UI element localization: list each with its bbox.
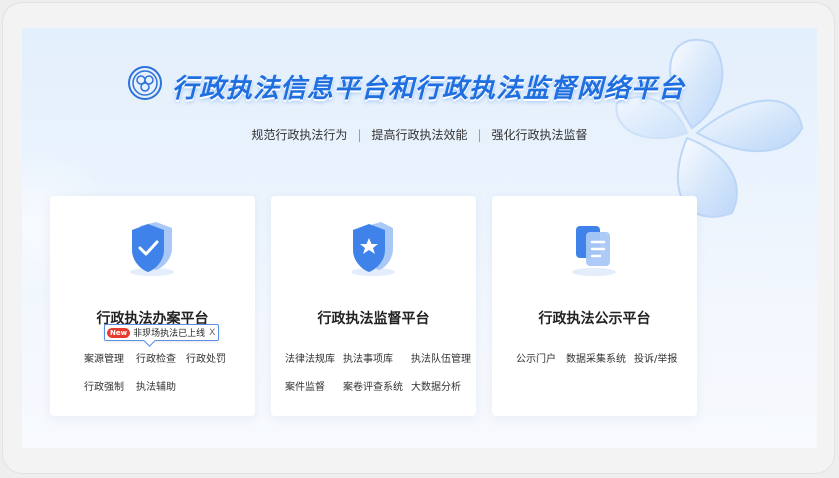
card-title: 行政执法公示平台 xyxy=(538,311,651,327)
new-feature-tooltip[interactable]: New 非现场执法已上线 X xyxy=(104,324,220,341)
slogan: 规范行政执法行为 | 提高行政执法效能 | 强化行政执法监督 xyxy=(22,126,817,143)
shield-star-icon xyxy=(351,222,395,276)
national-emblem-icon xyxy=(128,66,162,100)
separator: | xyxy=(357,128,362,142)
portal-screen: 行政执法信息平台和行政执法监督网络平台 规范行政执法行为 | 提高行政执法效能 | 强化… xyxy=(22,28,817,448)
tooltip-text: 非现场执法已上线 xyxy=(133,329,206,339)
page-header: 行政执法信息平台和行政执法监督网络平台 xyxy=(22,62,817,112)
slogan-item: 规范行政执法行为 xyxy=(251,128,348,142)
documents-icon xyxy=(572,226,616,276)
card-case-handling-platform[interactable]: 行政执法办案平台 New 非现场执法已上线 X 案源管理 行政检查 行政处罚 行… xyxy=(50,196,255,416)
link-case-review-system[interactable]: 案卷评查系统 xyxy=(343,378,403,393)
card-supervision-platform[interactable]: 行政执法监督平台 法律法规库 执法事项库 执法队伍管理 案件监督 案卷评查系统 … xyxy=(271,196,476,416)
link-enforcement-items-library[interactable]: 执法事项库 xyxy=(343,350,393,365)
card-publicity-platform[interactable]: 行政执法公示平台 公示门户 数据采集系统 投诉/举报 xyxy=(492,196,697,416)
link-team-management[interactable]: 执法队伍管理 xyxy=(411,350,471,365)
page-title: 行政执法信息平台和行政执法监督网络平台 xyxy=(172,74,686,104)
link-big-data-analysis[interactable]: 大数据分析 xyxy=(411,378,461,393)
new-badge: New xyxy=(107,327,131,338)
separator: | xyxy=(477,128,482,142)
slogan-item: 强化行政执法监督 xyxy=(491,128,588,142)
link-administrative-inspection[interactable]: 行政检查 xyxy=(136,350,176,365)
window-frame: 行政执法信息平台和行政执法监督网络平台 规范行政执法行为 | 提高行政执法效能 | 强化… xyxy=(2,2,835,474)
close-icon[interactable]: X xyxy=(209,328,215,338)
link-complaint-report[interactable]: 投诉/举报 xyxy=(634,350,677,365)
link-data-collection-system[interactable]: 数据采集系统 xyxy=(566,350,626,365)
link-case-supervision[interactable]: 案件监督 xyxy=(285,378,325,393)
link-laws-regulations-library[interactable]: 法律法规库 xyxy=(285,350,335,365)
link-publicity-portal[interactable]: 公示门户 xyxy=(516,350,556,365)
slogan-item: 提高行政执法效能 xyxy=(371,128,468,142)
card-title: 行政执法监督平台 xyxy=(317,311,430,327)
link-case-source-management[interactable]: 案源管理 xyxy=(84,350,124,365)
link-administrative-penalty[interactable]: 行政处罚 xyxy=(186,350,226,365)
shield-check-icon xyxy=(130,222,174,276)
link-enforcement-assistance[interactable]: 执法辅助 xyxy=(136,378,176,393)
link-administrative-enforcement[interactable]: 行政强制 xyxy=(84,378,124,393)
